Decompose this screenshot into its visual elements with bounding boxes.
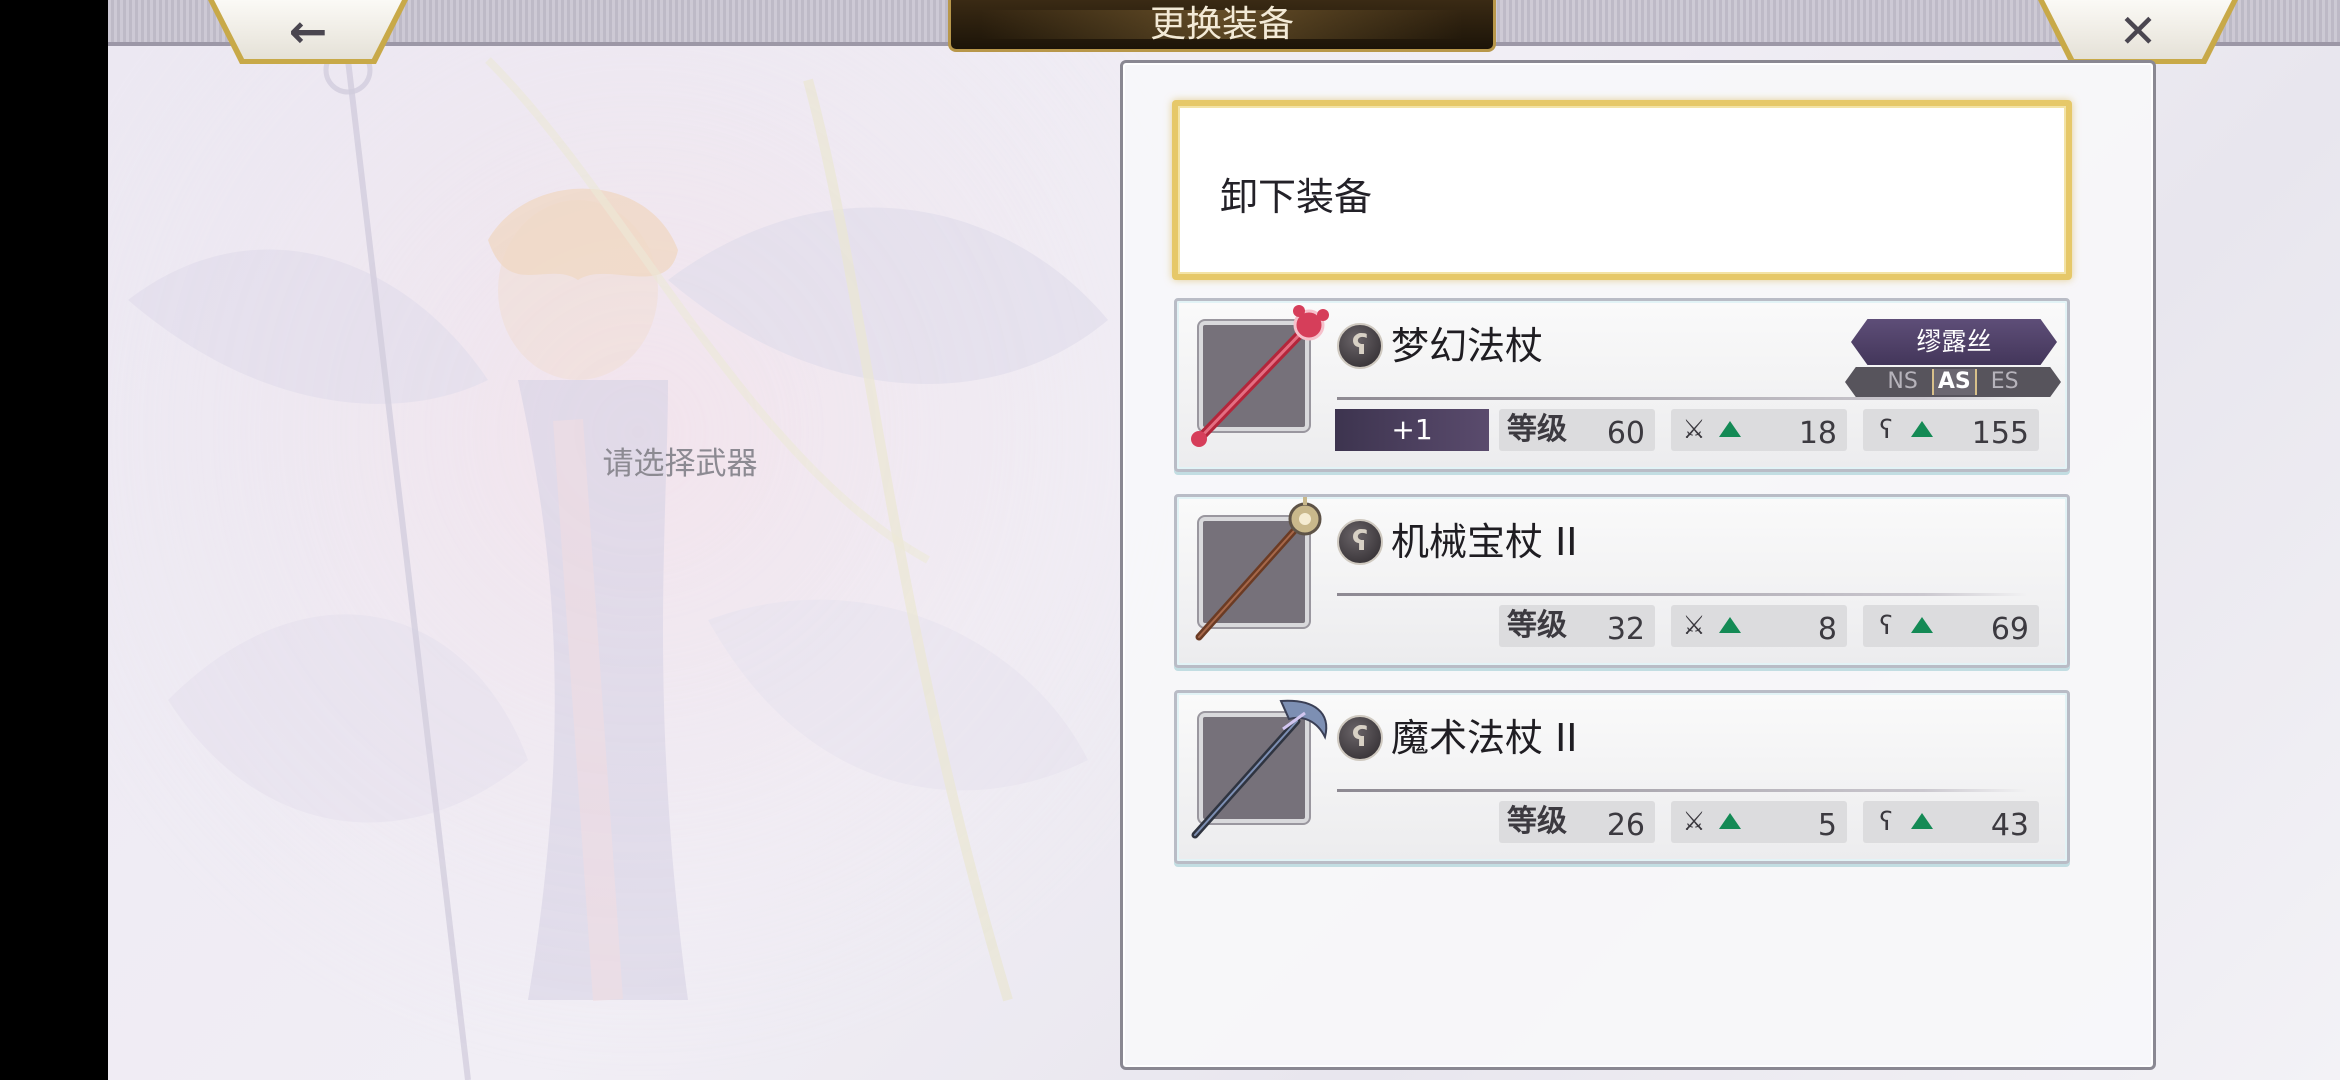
attack-value: 8 [1817,612,1837,647]
attack-value: 18 [1798,416,1837,451]
sword-icon: ⚔ [1682,415,1706,445]
weapon-name: 魔术法杖 II [1391,716,1578,760]
unequip-button[interactable]: 卸下装备 [1172,100,2072,280]
attack-stat: ⚔ 8 [1671,605,1847,647]
staff-type-icon [1337,519,1383,565]
magic-stat: ʕ 69 [1863,605,2039,647]
refine-badge: +1 [1335,409,1489,451]
level-value: 60 [1606,416,1645,451]
level-stat: 等级 26 [1499,801,1655,843]
level-label: 等级 [1507,608,1567,643]
divider [1337,397,2027,400]
character-art [108,0,1168,1080]
magic-value: 69 [1990,612,2029,647]
level-stat: 等级 32 [1499,605,1655,647]
level-value: 32 [1606,612,1645,647]
page-title: 更换装备 [1149,4,1294,45]
level-value: 26 [1606,808,1645,843]
stat-up-icon [1719,813,1741,829]
magic-stat: ʕ 155 [1863,409,2039,451]
staff-icon [1191,699,1328,839]
sword-icon: ⚔ [1682,611,1706,641]
select-weapon-hint: 请选择武器 [602,446,758,482]
style-tags: NS AS ES [1845,367,2061,397]
weapon-card[interactable]: 机械宝杖 II 等级 32 ⚔ 8 ʕ 69 [1174,494,2070,668]
tag-es: ES [1990,369,2019,394]
staff-icon [1195,497,1322,641]
staff-type-icon [1337,715,1383,761]
stat-up-icon [1911,813,1933,829]
owner-name: 缪露丝 [1916,327,1992,356]
attack-stat: ⚔ 18 [1671,409,1847,451]
stat-up-icon [1911,421,1933,437]
sword-icon: ⚔ [1682,807,1706,837]
stat-up-icon [1719,421,1741,437]
unequip-label: 卸下装备 [1220,175,1373,219]
back-button[interactable]: ← [208,0,408,64]
magic-staff-icon: ʕ [1879,415,1893,445]
screen-left-bezel [0,0,108,1080]
magic-stat: ʕ 43 [1863,801,2039,843]
magic-staff-icon: ʕ [1879,611,1893,641]
level-label: 等级 [1507,804,1567,839]
tag-ns: NS [1887,369,1918,394]
magic-value: 155 [1971,416,2029,451]
magic-value: 43 [1990,808,2029,843]
divider [1337,789,2027,792]
stat-up-icon [1911,617,1933,633]
attack-value: 5 [1817,808,1837,843]
weapon-name: 梦幻法杖 [1391,324,1544,368]
arrow-left-icon: ← [288,4,328,58]
level-label: 等级 [1507,412,1567,447]
staff-icon [1191,305,1329,447]
tag-as: AS [1931,369,1977,395]
staff-type-icon [1337,323,1383,369]
divider [1337,593,2027,596]
weapon-card[interactable]: 魔术法杖 II 等级 26 ⚔ 5 ʕ 43 [1174,690,2070,864]
level-stat: 等级 60 [1499,409,1655,451]
magic-staff-icon: ʕ [1879,807,1893,837]
weapon-card[interactable]: 梦幻法杖 缪露丝 NS AS ES +1 等级 60 ⚔ 18 ʕ 155 [1174,298,2070,472]
close-icon: ✕ [2118,4,2158,58]
attack-stat: ⚔ 5 [1671,801,1847,843]
weapon-name: 机械宝杖 II [1391,520,1578,564]
owner-badge: 缪露丝 [1851,319,2057,365]
close-button[interactable]: ✕ [2038,0,2238,64]
stat-up-icon [1719,617,1741,633]
title-plate: 更换装备 [948,0,1496,52]
